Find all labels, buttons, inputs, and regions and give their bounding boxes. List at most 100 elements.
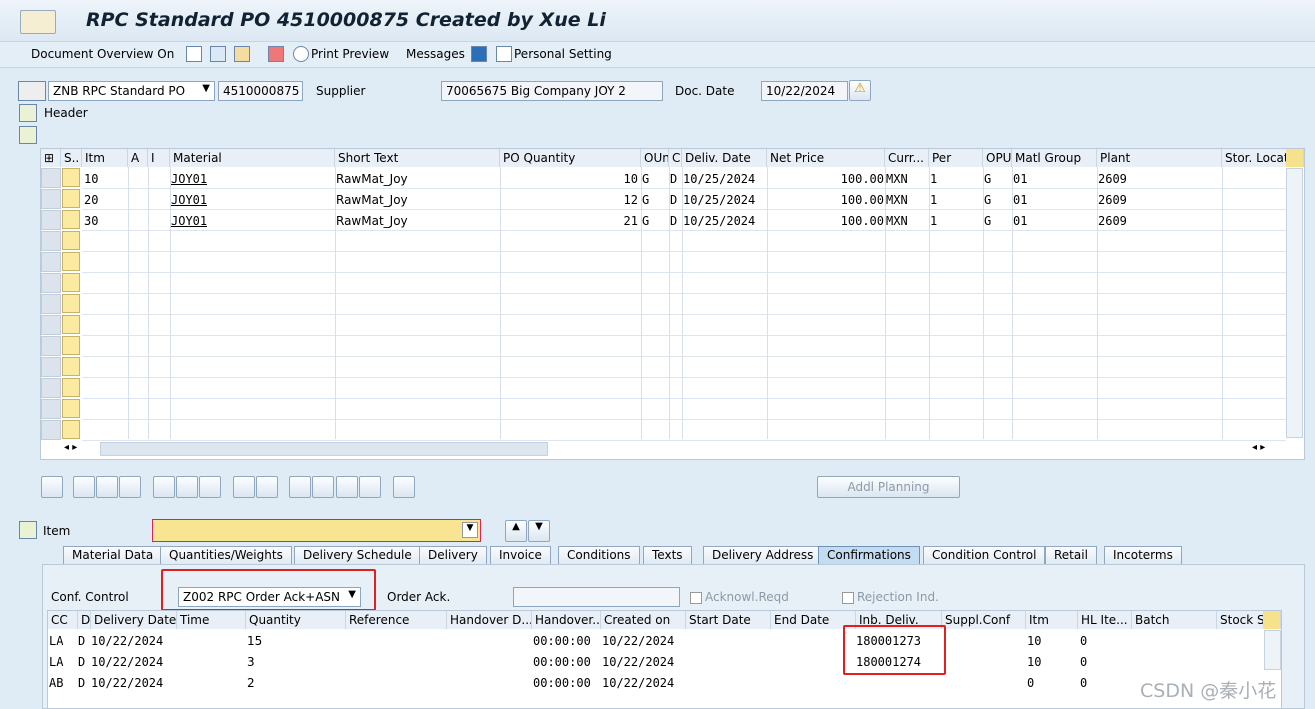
col-header[interactable]: Start Date [686, 611, 771, 629]
info-icon[interactable] [471, 46, 487, 62]
sort-ascending-icon[interactable] [289, 476, 311, 498]
row-selector[interactable] [41, 168, 61, 188]
status-cell[interactable] [62, 189, 80, 208]
col-header[interactable]: Itm [1026, 611, 1078, 629]
item-select[interactable]: ▼ [152, 519, 481, 542]
next-item-icon[interactable]: ▼ [528, 520, 550, 542]
col-header[interactable]: HL Ite... [1078, 611, 1132, 629]
delete-icon[interactable] [153, 476, 175, 498]
row-selector[interactable] [41, 420, 61, 440]
check-icon[interactable] [268, 46, 284, 62]
row-selector[interactable] [41, 357, 61, 377]
col-header[interactable]: OUn [641, 149, 669, 167]
col-header[interactable]: C [669, 149, 682, 167]
row-selector[interactable] [41, 336, 61, 356]
tab-delivery-address[interactable]: Delivery Address [703, 546, 823, 564]
other-document-icon[interactable] [234, 46, 250, 62]
row-selector[interactable] [41, 378, 61, 398]
tab-texts[interactable]: Texts [643, 546, 692, 564]
col-header[interactable]: Quantity [246, 611, 346, 629]
row-selector[interactable] [41, 273, 61, 293]
col-header[interactable]: PO Quantity [500, 149, 641, 167]
rejection-checkbox[interactable]: Rejection Ind. [842, 590, 939, 604]
addl-planning-button[interactable]: Addl Planning [817, 476, 960, 498]
grid-settings-icon[interactable]: ⊞ [41, 149, 61, 167]
status-cell[interactable] [62, 357, 80, 376]
row-selector[interactable] [41, 399, 61, 419]
copy-icon[interactable] [233, 476, 255, 498]
col-header[interactable]: Reference [346, 611, 447, 629]
sort-descending-icon[interactable] [312, 476, 334, 498]
doc-date-field[interactable]: 10/22/2024 [761, 81, 848, 101]
column-config-icon[interactable] [1263, 611, 1281, 629]
status-cell[interactable] [62, 294, 80, 313]
status-cell[interactable] [62, 252, 80, 271]
status-cell[interactable] [62, 378, 80, 397]
tab-invoice[interactable]: Invoice [490, 546, 551, 564]
col-header[interactable]: Matl Group [1012, 149, 1097, 167]
row-selector[interactable] [41, 294, 61, 314]
col-header[interactable]: Net Price [767, 149, 885, 167]
cart-icon[interactable] [18, 81, 46, 101]
status-cell[interactable] [62, 420, 80, 439]
supplier-field[interactable]: 70065675 Big Company JOY 2 [441, 81, 663, 101]
order-ack-field[interactable] [513, 587, 680, 607]
tab-condition-control[interactable]: Condition Control [923, 546, 1046, 564]
details-icon[interactable] [41, 476, 63, 498]
col-header[interactable]: OPU [983, 149, 1012, 167]
col-header[interactable]: Delivery Date [91, 611, 177, 629]
items-horizontal-scrollbar[interactable] [100, 442, 548, 456]
tab-material-data[interactable]: Material Data [63, 546, 163, 564]
unlock-icon[interactable] [199, 476, 221, 498]
services-icon[interactable] [393, 476, 415, 498]
messages-button[interactable]: Messages [406, 47, 465, 61]
col-header[interactable]: Short Text [335, 149, 500, 167]
tab-incoterms[interactable]: Incoterms [1104, 546, 1182, 564]
app-menu-icon[interactable] [20, 10, 56, 34]
col-header[interactable]: D [78, 611, 91, 629]
select-block-icon[interactable] [96, 476, 118, 498]
print-preview-button[interactable]: Print Preview [311, 47, 389, 61]
row-selector[interactable] [41, 252, 61, 272]
filter-icon[interactable] [336, 476, 358, 498]
po-type-select[interactable]: ZNB RPC Standard PO ▼ [48, 81, 215, 101]
subtotal-icon[interactable] [359, 476, 381, 498]
col-header[interactable]: I [148, 149, 170, 167]
col-header[interactable]: Stor. Locat [1222, 149, 1288, 167]
col-header[interactable]: A [128, 149, 148, 167]
new-document-icon[interactable] [186, 46, 202, 62]
lock-icon[interactable] [176, 476, 198, 498]
deselect-all-icon[interactable] [119, 476, 141, 498]
tab-quantities-weights[interactable]: Quantities/Weights [160, 546, 292, 564]
status-cell[interactable] [62, 168, 80, 187]
items-vertical-scrollbar[interactable] [1286, 168, 1303, 438]
col-header[interactable]: S.. [61, 149, 82, 167]
col-header[interactable]: Handover... [532, 611, 601, 629]
conf-vertical-scrollbar[interactable] [1264, 630, 1281, 670]
personal-setting-icon[interactable] [496, 46, 512, 62]
scroll-right-icon[interactable]: ◂ ▸ [1252, 442, 1265, 453]
column-config-icon[interactable] [1286, 149, 1304, 167]
scroll-left-icon[interactable]: ◂ ▸ [64, 442, 77, 453]
row-selector[interactable] [41, 315, 61, 335]
status-cell[interactable] [62, 231, 80, 250]
col-header[interactable]: Stock S [1217, 611, 1264, 629]
status-cell[interactable] [62, 315, 80, 334]
row-selector[interactable] [41, 210, 61, 230]
document-overview-button[interactable]: Document Overview On [31, 47, 174, 61]
print-preview-icon[interactable] [293, 46, 309, 62]
tab-conditions[interactable]: Conditions [558, 546, 640, 564]
col-header[interactable]: Itm [82, 149, 128, 167]
col-header[interactable]: Per [929, 149, 983, 167]
status-cell[interactable] [62, 399, 80, 418]
col-header[interactable]: Plant [1097, 149, 1222, 167]
col-header[interactable]: Material [170, 149, 335, 167]
previous-item-icon[interactable]: ▲ [505, 520, 527, 542]
status-cell[interactable] [62, 210, 80, 229]
display-change-icon[interactable] [210, 46, 226, 62]
paste-icon[interactable] [256, 476, 278, 498]
col-header[interactable]: Created on [601, 611, 686, 629]
col-header[interactable]: Handover D... [447, 611, 532, 629]
warning-icon[interactable]: ⚠ [849, 80, 871, 101]
item-overview-toggle-icon[interactable] [19, 126, 37, 144]
